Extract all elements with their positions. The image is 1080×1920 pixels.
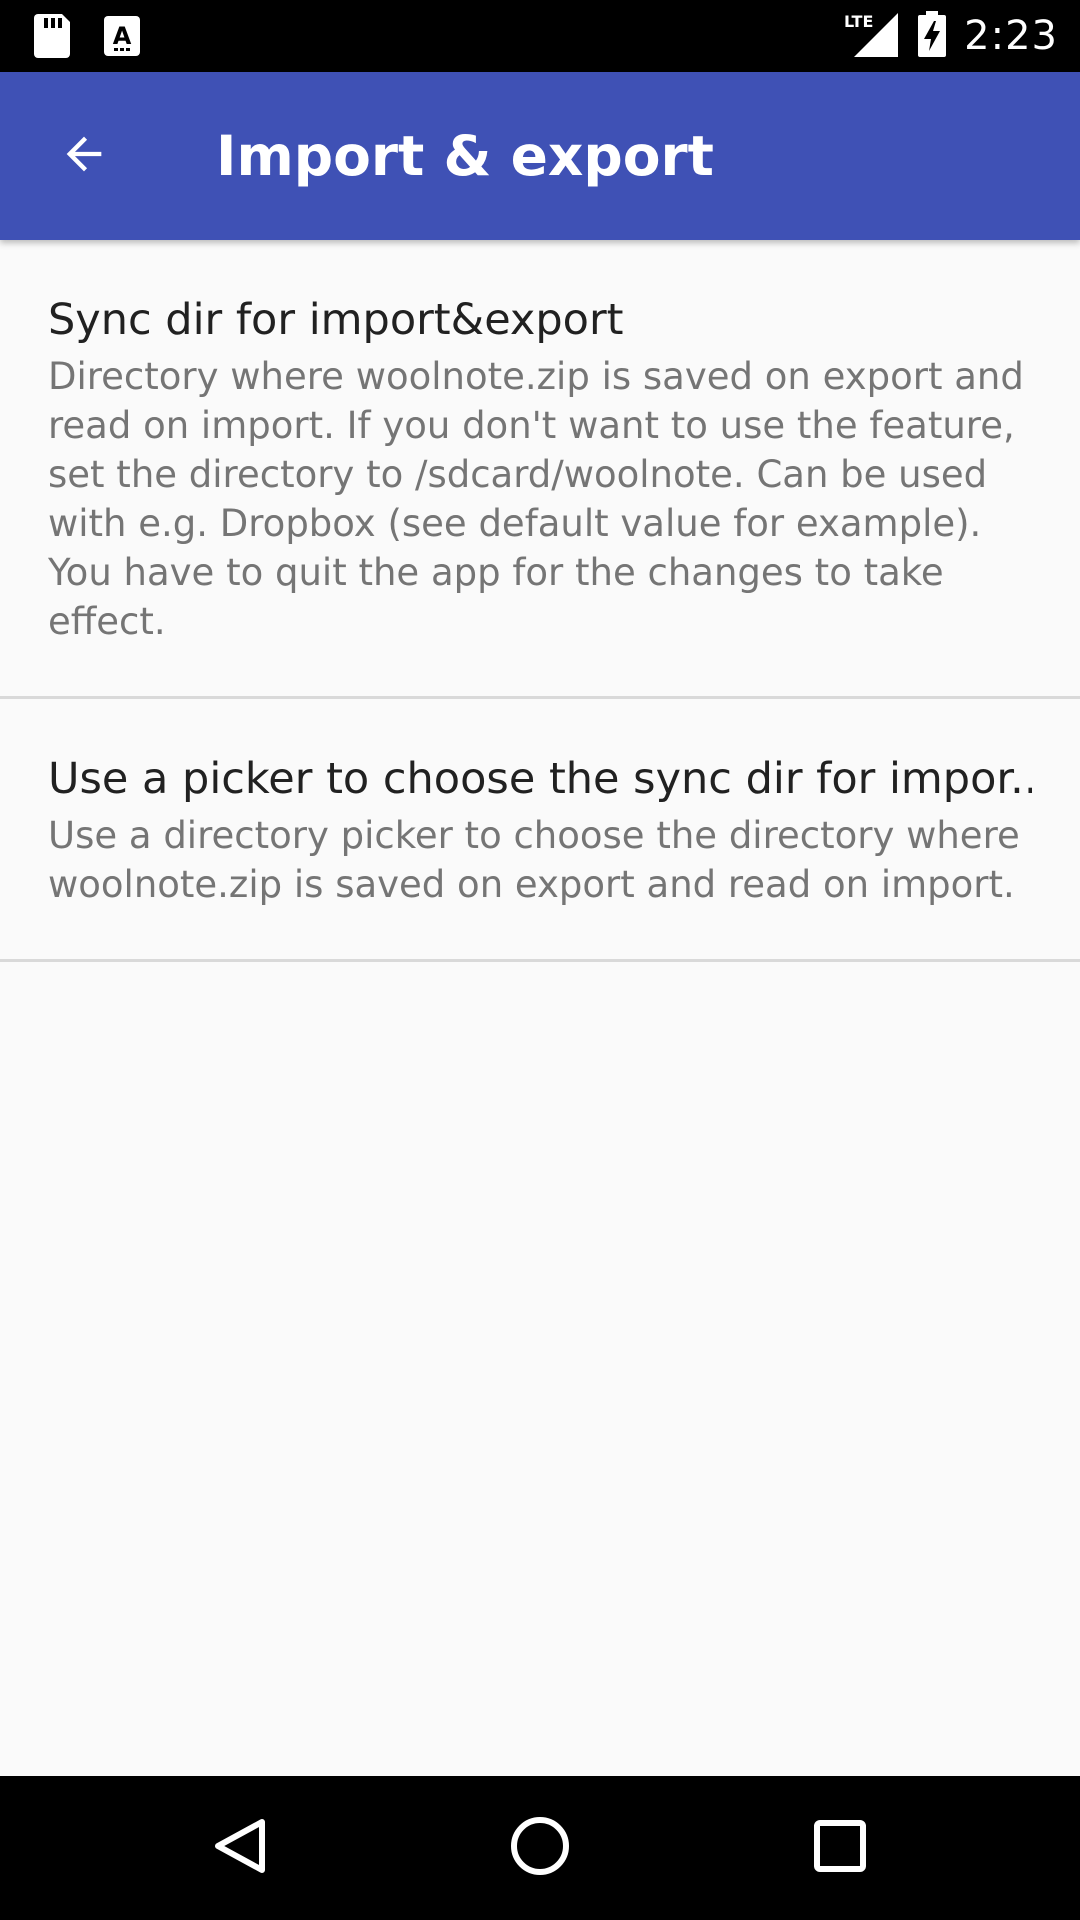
status-bar-right: LTE 2:23 bbox=[844, 0, 1058, 72]
battery-charging-icon bbox=[918, 10, 947, 62]
page-title: Import & export bbox=[216, 124, 714, 188]
nav-back-button[interactable] bbox=[192, 1800, 288, 1896]
lte-label: LTE bbox=[844, 12, 873, 31]
nav-home-button[interactable] bbox=[492, 1800, 588, 1896]
pref-title: Use a picker to choose the sync dir for … bbox=[48, 754, 1032, 804]
navigation-bar bbox=[0, 1776, 1080, 1920]
pref-sync-dir-picker[interactable]: Use a picker to choose the sync dir for … bbox=[0, 699, 1080, 962]
lte-signal-icon: LTE bbox=[844, 11, 900, 62]
keyboard-a-icon: A bbox=[104, 16, 140, 61]
sd-card-icon bbox=[34, 14, 70, 63]
back-button[interactable] bbox=[36, 108, 132, 204]
home-circle-icon bbox=[508, 1814, 572, 1883]
status-time: 2:23 bbox=[964, 13, 1058, 59]
status-bar: A LTE 2:23 bbox=[0, 0, 1080, 72]
pref-title: Sync dir for import&export bbox=[48, 295, 624, 345]
recents-square-icon bbox=[812, 1818, 868, 1879]
screen: A LTE 2:23 Import & export Sync dir for … bbox=[0, 0, 1080, 1920]
back-triangle-icon bbox=[210, 1816, 270, 1881]
status-bar-left: A bbox=[34, 14, 140, 63]
nav-recents-button[interactable] bbox=[792, 1800, 888, 1896]
pref-summary: Directory where woolnote.zip is saved on… bbox=[48, 355, 1024, 643]
arrow-back-icon bbox=[58, 128, 110, 185]
app-bar: Import & export bbox=[0, 72, 1080, 240]
preference-list: Sync dir for import&export Directory whe… bbox=[0, 240, 1080, 1776]
pref-sync-dir[interactable]: Sync dir for import&export Directory whe… bbox=[0, 240, 1080, 699]
pref-summary: Use a directory picker to choose the dir… bbox=[48, 814, 1020, 906]
svg-text:A: A bbox=[113, 22, 132, 50]
